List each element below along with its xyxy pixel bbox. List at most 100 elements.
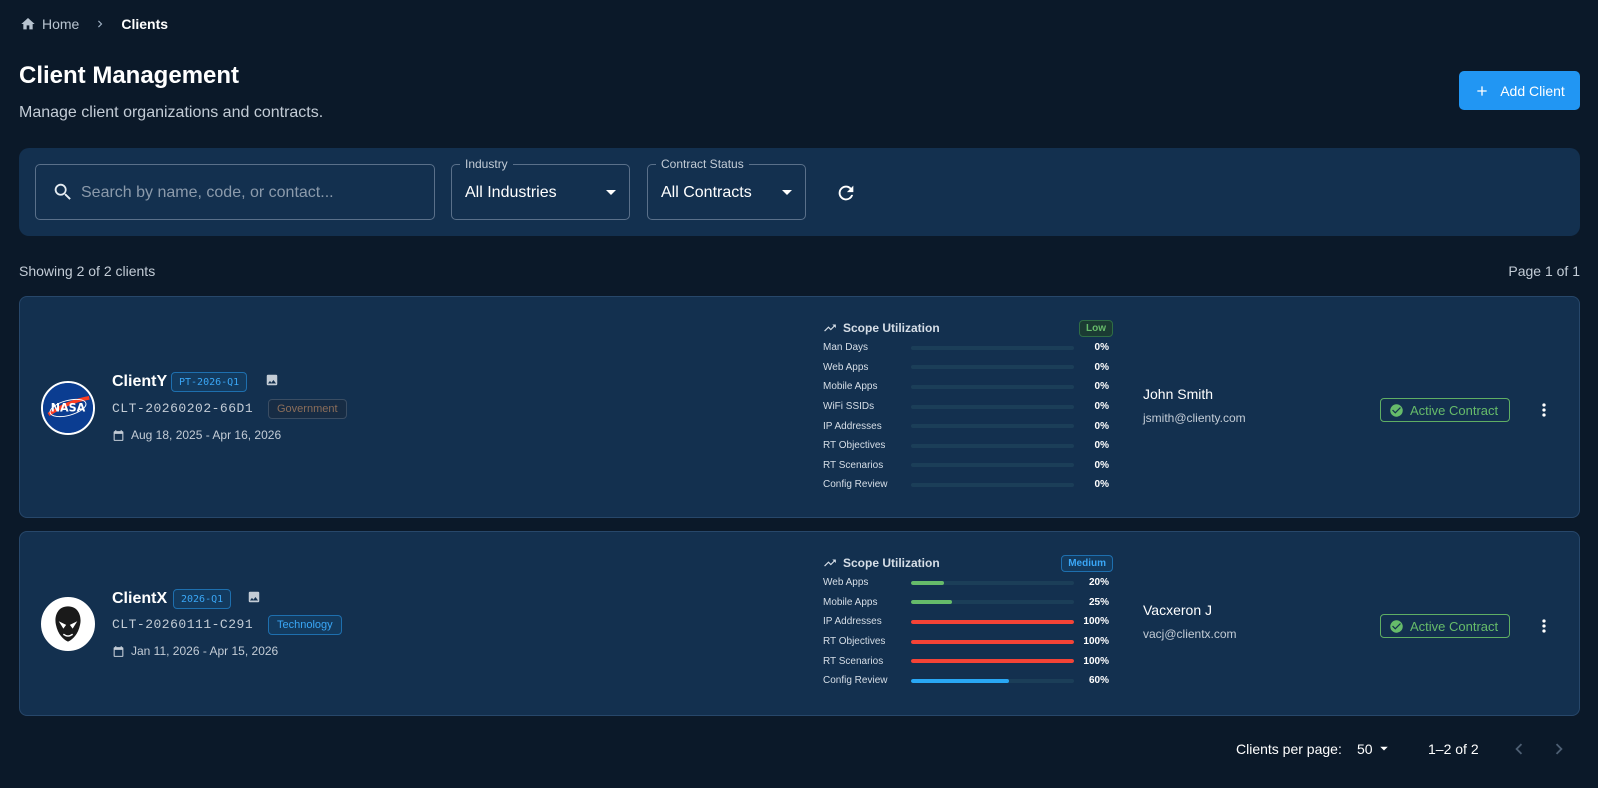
- contract-status-value: All Contracts: [661, 184, 752, 201]
- metric-label: Mobile Apps: [823, 381, 878, 393]
- metric-progress-fill: [911, 600, 952, 605]
- client-card[interactable]: NASA ClientY PT-2026-Q1 CLT-20260202-66D…: [19, 296, 1580, 518]
- client-name[interactable]: ClientY: [112, 373, 167, 391]
- engagement-code-chip: PT-2026-Q1: [171, 372, 248, 392]
- breadcrumb-home-label: Home: [42, 16, 80, 32]
- image-icon[interactable]: [247, 590, 261, 609]
- contact-name: Vacxeron J: [1143, 602, 1212, 618]
- scope-metric-row: RT Objectives 100%: [823, 632, 1113, 652]
- metric-label: RT Scenarios: [823, 655, 884, 667]
- industry-select[interactable]: Industry All Industries: [451, 156, 630, 220]
- client-logo: [41, 597, 95, 651]
- metric-progress-bar: [911, 659, 1074, 664]
- scope-level-badge: Low: [1079, 320, 1113, 337]
- metric-progress-fill: [911, 580, 944, 585]
- metric-progress-bar: [911, 424, 1074, 429]
- avatar-text: NASA: [51, 402, 86, 415]
- contract-status-label: Contract Status: [656, 156, 749, 172]
- metric-percent: 0%: [1094, 342, 1109, 354]
- metric-label: WiFi SSIDs: [823, 401, 875, 413]
- scope-metric-row: RT Objectives 0%: [823, 436, 1113, 456]
- status-badge: Active Contract: [1380, 614, 1510, 638]
- pagination: Clients per page: 50 1–2 of 2: [0, 738, 1598, 762]
- metric-label: RT Scenarios: [823, 459, 884, 471]
- metric-label: IP Addresses: [823, 616, 882, 628]
- add-client-button[interactable]: Add Client: [1459, 71, 1580, 110]
- metric-progress-bar: [911, 580, 1074, 585]
- scope-metric-row: Man Days 0%: [823, 338, 1113, 358]
- calendar-icon: [113, 429, 124, 441]
- scope-metric-row: WiFi SSIDs 0%: [823, 397, 1113, 417]
- metric-progress-bar: [911, 482, 1074, 487]
- scope-level-badge: Medium: [1061, 555, 1113, 572]
- client-id: CLT-20260111-C291: [112, 617, 254, 632]
- contact-email[interactable]: vacj@clientx.com: [1143, 627, 1237, 641]
- metric-progress-bar: [911, 463, 1074, 468]
- more-vertical-icon: [1542, 403, 1546, 417]
- scope-metrics: Web Apps 20% Mobile Apps 25% IP Addresses 100…: [823, 573, 1113, 691]
- metric-progress-fill: [911, 639, 1074, 644]
- status-text: Active Contract: [1410, 618, 1499, 634]
- client-name[interactable]: ClientX: [112, 590, 167, 608]
- per-page-label: Clients per page:: [1236, 741, 1342, 757]
- check-circle-icon: [1390, 403, 1403, 417]
- nasa-logo-icon: NASA: [43, 383, 93, 433]
- metric-progress-bar: [911, 404, 1074, 409]
- scope-metric-row: Config Review 60%: [823, 671, 1113, 691]
- next-page-button[interactable]: [1548, 738, 1570, 763]
- scope-metric-row: Mobile Apps 25%: [823, 593, 1113, 613]
- search-input[interactable]: Search by name, code, or contact...: [35, 164, 435, 220]
- scope-metric-row: Config Review 0%: [823, 475, 1113, 495]
- scope-metric-row: Web Apps 0%: [823, 358, 1113, 378]
- scope-metrics: Man Days 0% Web Apps 0% Mobile Apps 0% WiFi SS…: [823, 338, 1113, 495]
- breadcrumb-current: Clients: [121, 16, 169, 32]
- more-options-button[interactable]: [1532, 398, 1556, 422]
- chevron-right-icon: [1555, 743, 1563, 755]
- contact-name: John Smith: [1143, 386, 1214, 402]
- chevron-right-icon: [93, 17, 107, 31]
- scope-metric-row: RT Scenarios 100%: [823, 651, 1113, 671]
- metric-label: Config Review: [823, 675, 888, 687]
- more-options-button[interactable]: [1532, 614, 1556, 638]
- metric-percent: 0%: [1094, 440, 1109, 452]
- metric-percent: 0%: [1094, 401, 1109, 413]
- metric-progress-bar: [911, 443, 1074, 448]
- metric-progress-bar: [911, 345, 1074, 350]
- metric-progress-bar: [911, 365, 1074, 370]
- refresh-button[interactable]: [831, 178, 861, 208]
- metric-label: Man Days: [823, 342, 869, 354]
- home-icon: [21, 18, 35, 30]
- metric-percent: 0%: [1094, 361, 1109, 373]
- page-title: Client Management: [19, 62, 240, 89]
- contract-status-select[interactable]: Contract Status All Contracts: [647, 156, 806, 220]
- page-indicator: Page 1 of 1: [1508, 263, 1580, 279]
- metric-progress-fill: [911, 619, 1074, 624]
- add-client-label: Add Client: [1500, 82, 1565, 99]
- scope-metric-row: Web Apps 20%: [823, 573, 1113, 593]
- client-id: CLT-20260202-66D1: [112, 401, 254, 416]
- metric-percent: 20%: [1088, 577, 1109, 589]
- metric-percent: 100%: [1083, 636, 1109, 648]
- scope-title: Scope Utilization: [843, 556, 940, 570]
- contract-dates: Jan 11, 2026 - Apr 15, 2026: [112, 644, 278, 658]
- image-icon[interactable]: [265, 373, 279, 392]
- per-page-value: 50: [1357, 741, 1373, 757]
- metric-progress-bar: [911, 639, 1074, 644]
- prev-page-button[interactable]: [1508, 738, 1530, 763]
- results-count: Showing 2 of 2 clients: [19, 263, 156, 279]
- metric-label: Config Review: [823, 479, 888, 491]
- contact-email[interactable]: jsmith@clienty.com: [1143, 411, 1246, 425]
- client-card[interactable]: ClientX 2026-Q1 CLT-20260111-C291 Techno…: [19, 531, 1580, 716]
- page-range: 1–2 of 2: [1428, 741, 1479, 757]
- more-vertical-icon: [1542, 619, 1546, 633]
- check-circle-icon: [1390, 619, 1403, 633]
- breadcrumb-home[interactable]: Home: [20, 16, 79, 32]
- metric-label: Web Apps: [823, 361, 869, 373]
- scope-metric-row: IP Addresses 100%: [823, 612, 1113, 632]
- contract-dates-text: Aug 18, 2025 - Apr 16, 2026: [131, 428, 282, 442]
- contract-dates-text: Jan 11, 2026 - Apr 15, 2026: [131, 644, 279, 658]
- metric-label: Web Apps: [823, 577, 869, 589]
- breadcrumb: Home Clients: [20, 14, 168, 34]
- engagement-code-chip: 2026-Q1: [173, 589, 232, 609]
- per-page-select[interactable]: 50: [1357, 741, 1389, 757]
